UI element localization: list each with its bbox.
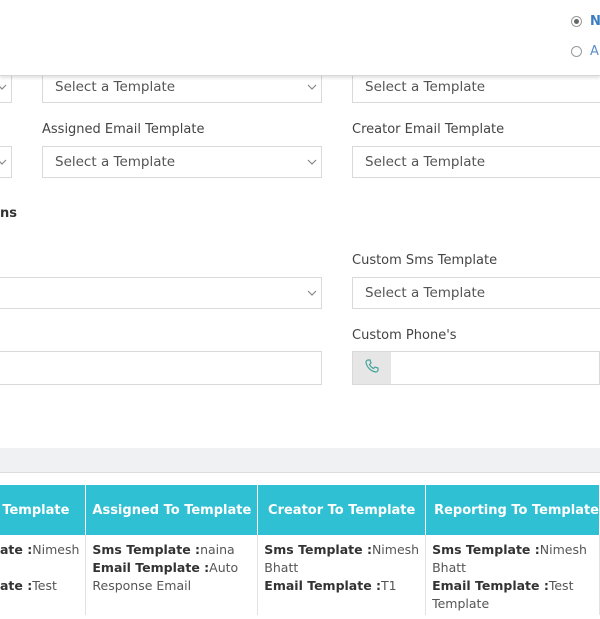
custom-select[interactable] bbox=[0, 277, 322, 309]
sms-line: Sms Template :Nimesh bbox=[264, 541, 419, 559]
cell-label: Email Template : bbox=[432, 578, 549, 593]
chevron-down-icon bbox=[303, 278, 321, 308]
cell-value: Nimesh bbox=[539, 542, 587, 557]
cell-value: Test bbox=[548, 578, 574, 593]
select-value: Select a Template bbox=[365, 79, 486, 95]
cell-label: ate : bbox=[0, 542, 33, 557]
cell-value: Response Email bbox=[92, 578, 192, 593]
cell-value: naina bbox=[200, 542, 235, 557]
column-header-text: Reporting To Template bbox=[434, 502, 599, 518]
select-value: Select a Template bbox=[55, 79, 176, 95]
notify-option-2[interactable]: A bbox=[571, 44, 599, 59]
email-line: ate :Test bbox=[0, 577, 79, 595]
column-header: Assigned To Template bbox=[85, 485, 259, 535]
cell-label: Sms Template : bbox=[92, 542, 201, 557]
custom-phone-label: Custom Phone's bbox=[352, 328, 457, 343]
templates-table: Template Assigned To Template Creator To… bbox=[0, 485, 600, 615]
table-cell: Sms Template :naina Email Template :Auto… bbox=[85, 535, 259, 615]
column-header: Creator To Template bbox=[257, 485, 427, 535]
cell-label: ate : bbox=[0, 578, 33, 593]
custom-phone-input[interactable] bbox=[391, 351, 600, 385]
email-line: Email Template :T1 bbox=[264, 577, 419, 595]
assigned-email-template-select[interactable]: Select a Template bbox=[42, 146, 322, 178]
cell-value: Auto bbox=[209, 560, 239, 575]
radio-checked-icon[interactable] bbox=[571, 16, 582, 27]
phone-icon bbox=[364, 358, 380, 378]
chevron-down-icon bbox=[303, 72, 321, 102]
column-header: Reporting To Template bbox=[425, 485, 600, 535]
cell-value: Bhatt bbox=[432, 560, 467, 575]
cell-value: Template bbox=[432, 596, 490, 611]
cell-value: T1 bbox=[381, 578, 397, 593]
left-email-template-select[interactable] bbox=[0, 146, 12, 178]
phone-addon bbox=[352, 351, 392, 385]
cell-value: Bhatt bbox=[264, 560, 299, 575]
sms-line: ate :Nimesh bbox=[0, 541, 79, 559]
email-line: Email Template :Test bbox=[432, 577, 593, 595]
cell-label: Email Template : bbox=[92, 560, 210, 575]
notify-option-label: N bbox=[590, 14, 600, 29]
chevron-down-icon bbox=[0, 72, 11, 102]
table-header-row: Template Assigned To Template Creator To… bbox=[0, 485, 600, 535]
cell-label: Sms Template : bbox=[264, 542, 372, 557]
column-header-text: Template bbox=[2, 502, 70, 518]
select-value: Select a Template bbox=[365, 154, 486, 170]
section-title: ns bbox=[0, 206, 17, 221]
chevron-down-icon bbox=[0, 147, 11, 177]
notify-header: N A bbox=[0, 0, 600, 76]
table-row: ate :Nimesh ate :Test Sms Template :nain… bbox=[0, 535, 600, 615]
cell-value: Nimesh bbox=[32, 542, 80, 557]
notify-option-1[interactable]: N bbox=[571, 14, 600, 29]
email-line: Email Template :Auto bbox=[92, 559, 251, 577]
custom-sms-template-label: Custom Sms Template bbox=[352, 253, 498, 268]
column-header-text: Creator To Template bbox=[268, 502, 416, 518]
assigned-email-template-label: Assigned Email Template bbox=[42, 122, 205, 137]
creator-email-template-select[interactable]: Select a Template bbox=[352, 146, 600, 178]
cell-value: Nimesh bbox=[371, 542, 420, 557]
column-header: Template bbox=[0, 485, 87, 535]
table-cell: Sms Template :Nimesh Bhatt Email Templat… bbox=[257, 535, 427, 615]
radio-unchecked-icon[interactable] bbox=[571, 46, 582, 57]
custom-sms-template-select[interactable]: Select a Template bbox=[352, 277, 600, 309]
cell-value: Test bbox=[32, 578, 57, 593]
sms-line: Sms Template :naina bbox=[92, 541, 251, 559]
column-header-text: Assigned To Template bbox=[92, 502, 252, 518]
chevron-down-icon bbox=[303, 147, 321, 177]
cell-label: Email Template : bbox=[264, 578, 382, 593]
templates-table-container: Template Assigned To Template Creator To… bbox=[0, 472, 600, 619]
table-cell: Sms Template :Nimesh Bhatt Email Templat… bbox=[425, 535, 600, 615]
table-cell: ate :Nimesh ate :Test bbox=[0, 535, 87, 615]
creator-email-template-label: Creator Email Template bbox=[352, 122, 505, 137]
template-settings-panel: N A Select a Template Select a Template … bbox=[0, 0, 600, 448]
select-value: Select a Template bbox=[55, 154, 176, 170]
custom-text-input[interactable] bbox=[0, 351, 322, 385]
cell-label: Sms Template : bbox=[432, 542, 540, 557]
select-value: Select a Template bbox=[365, 285, 486, 301]
sms-line: Sms Template :Nimesh bbox=[432, 541, 593, 559]
notify-option-label: A bbox=[590, 44, 599, 59]
